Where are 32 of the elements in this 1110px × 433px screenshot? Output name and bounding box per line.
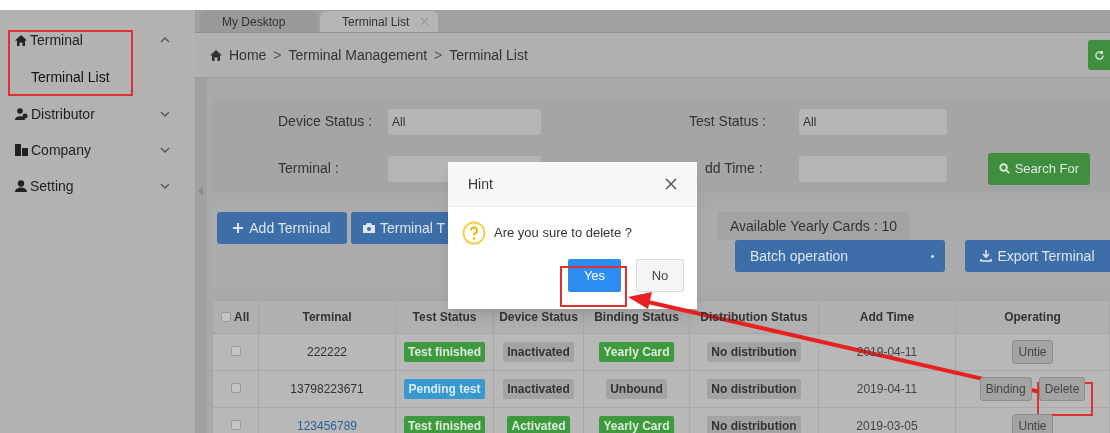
breadcrumb-separator: > — [273, 45, 282, 65]
filter-label: Test Status : — [689, 112, 768, 131]
status-tag: Test finished — [403, 342, 486, 362]
table-cell: 13798223671 — [290, 382, 364, 396]
filter-label: Terminal : — [278, 159, 340, 178]
table-cell: 2019-03-05 — [856, 419, 918, 433]
yearly-cards-label: Available Yearly Cards : 10 — [718, 212, 910, 240]
status-tag: No distribution — [707, 416, 801, 433]
status-tag: No distribution — [707, 342, 801, 362]
table-cell: 222222 — [306, 345, 347, 359]
column-header: Add Time — [859, 310, 915, 324]
dialog-message: Are you sure to delete ? — [494, 224, 633, 243]
column-header: All — [234, 309, 250, 326]
status-tag: No distribution — [707, 379, 801, 399]
breadcrumb-separator: > — [434, 45, 443, 65]
filter-label: dd Time : — [704, 159, 764, 178]
status-tag: Inactivated — [503, 379, 574, 399]
column-header: Device Status — [499, 310, 578, 324]
status-tag: Pending test — [404, 379, 485, 399]
status-tag: Test finished — [403, 416, 486, 433]
column-header: Binding Status — [594, 310, 679, 324]
status-tag: Yearly Card — [599, 342, 674, 362]
status-tag: Inactivated — [503, 342, 574, 362]
status-tag: Unbound — [606, 379, 667, 399]
dialog-title: Hint — [468, 174, 493, 194]
filter-label: Device Status : — [278, 112, 374, 131]
column-header: Terminal — [302, 310, 352, 324]
status-tag: Activated — [507, 416, 570, 433]
status-tag: Yearly Card — [599, 416, 674, 433]
column-header: Operating — [1004, 310, 1061, 324]
table-cell: 2019-04-11 — [856, 382, 918, 396]
column-header: Test Status — [412, 310, 477, 324]
